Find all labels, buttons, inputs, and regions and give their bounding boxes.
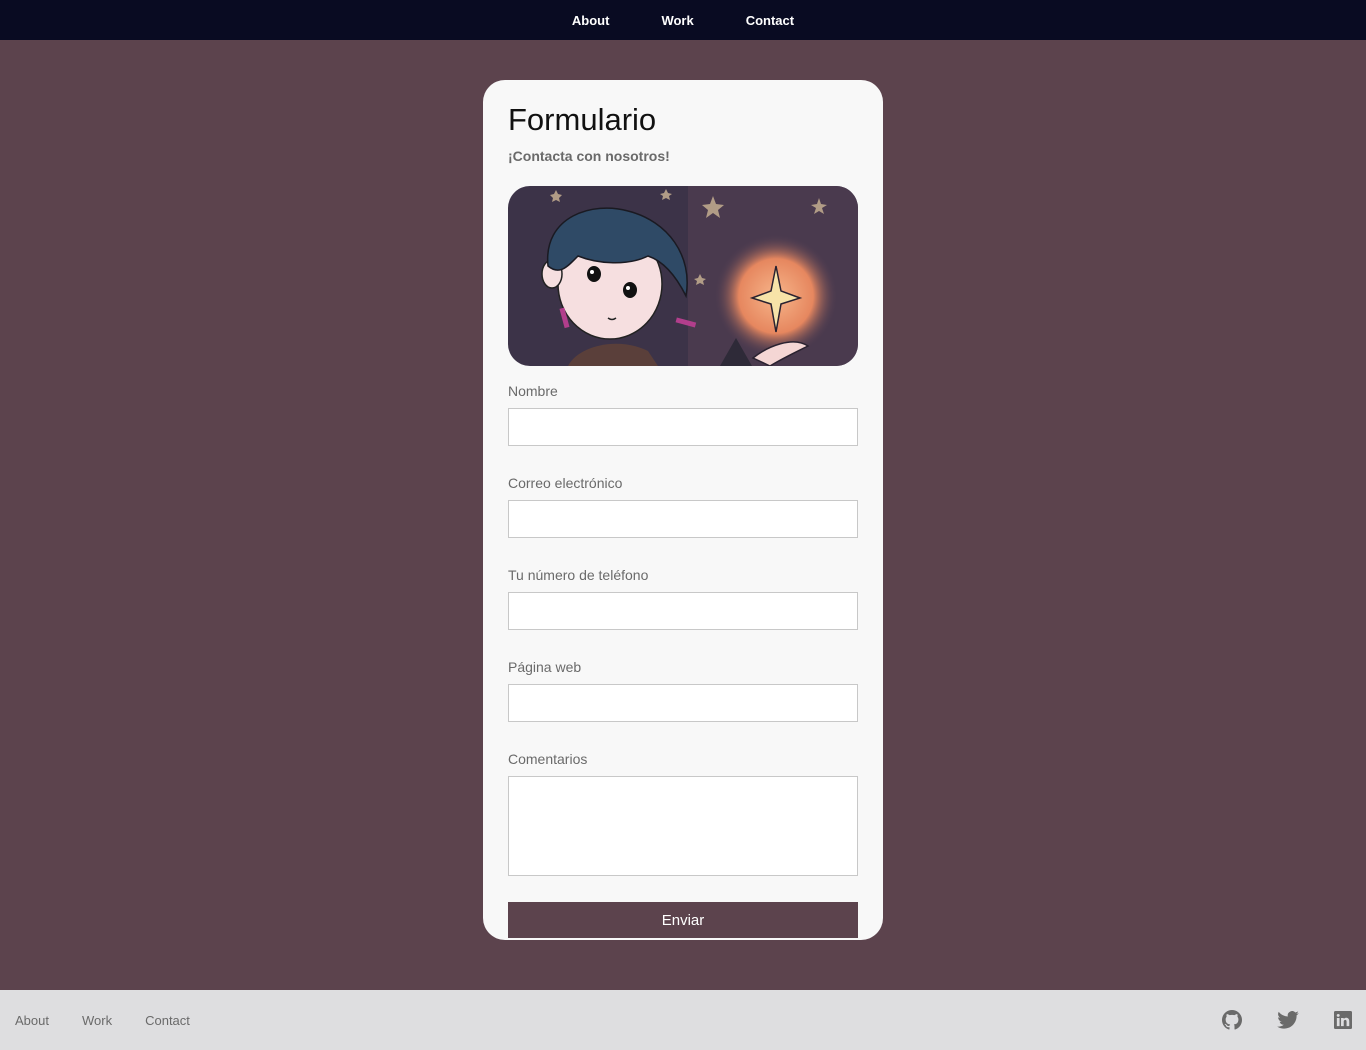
linkedin-icon[interactable] [1334,1011,1352,1029]
github-icon[interactable] [1222,1010,1242,1030]
footer: About Work Contact [0,990,1366,1050]
nav-link-work[interactable]: Work [661,13,693,28]
footer-link-about[interactable]: About [15,1013,49,1028]
footer-link-contact[interactable]: Contact [145,1013,190,1028]
hero-illustration-art [508,186,858,366]
nav-link-about[interactable]: About [572,13,610,28]
comments-textarea[interactable] [508,776,858,876]
top-nav: About Work Contact [0,0,1366,40]
footer-links: About Work Contact [0,1013,223,1028]
phone-label: Tu número de teléfono [508,567,649,583]
email-input[interactable] [508,500,858,538]
name-input[interactable] [508,408,858,446]
website-input[interactable] [508,684,858,722]
social-links [1187,1010,1366,1030]
hero-illustration [508,186,858,366]
field-group-name: Nombre [508,383,858,446]
footer-link-work[interactable]: Work [82,1013,112,1028]
email-label: Correo electrónico [508,475,623,491]
field-group-comments: Comentarios [508,751,858,876]
field-group-phone: Tu número de teléfono [508,567,858,630]
name-label: Nombre [508,383,558,399]
contact-form-card: Formulario ¡Contacta con nosotros! Nombr… [483,80,883,940]
form-subtitle: ¡Contacta con nosotros! [508,148,670,164]
submit-button[interactable]: Enviar [508,902,858,938]
twitter-icon[interactable] [1277,1011,1299,1029]
field-group-email: Correo electrónico [508,475,858,538]
comments-label: Comentarios [508,751,588,767]
form-title: Formulario [508,102,657,137]
phone-input[interactable] [508,592,858,630]
field-group-website: Página web [508,659,858,722]
website-label: Página web [508,659,582,675]
nav-link-contact[interactable]: Contact [746,13,794,28]
